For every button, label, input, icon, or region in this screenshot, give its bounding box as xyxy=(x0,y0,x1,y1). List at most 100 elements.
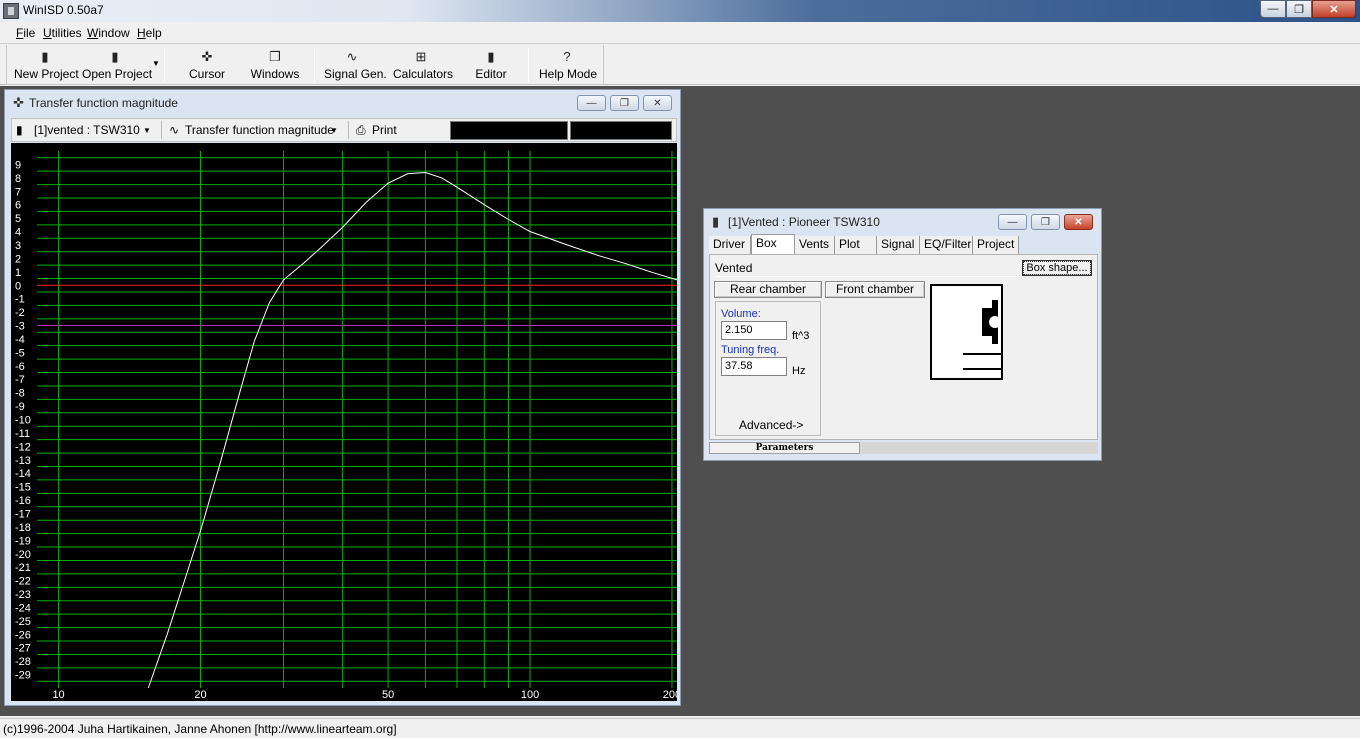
crosshair-icon: ✜ xyxy=(13,95,24,110)
project-dropdown-icon[interactable]: ▼ xyxy=(143,126,151,135)
editor-button[interactable]: ▮ Editor xyxy=(474,49,508,83)
box-restore-button[interactable]: ❐ xyxy=(1031,214,1060,230)
vented-box-diagram xyxy=(963,300,1001,370)
y-tick-label: -4 xyxy=(15,334,25,346)
y-tick-label: -5 xyxy=(15,347,25,359)
new-project-button[interactable]: ▮ New Project xyxy=(14,49,79,83)
graph-dropdown-icon[interactable]: ▼ xyxy=(330,126,338,135)
volume-input[interactable]: 2.150 xyxy=(721,321,787,340)
y-tick-label: -25 xyxy=(15,616,31,628)
box-window-titlebar[interactable]: ▮ [1]Vented : Pioneer TSW310 — ❐ ✕ xyxy=(704,209,1101,233)
y-tick-label: 2 xyxy=(15,253,21,265)
crosshair-icon: ✜ xyxy=(201,49,213,64)
y-tick-label: -6 xyxy=(15,361,25,373)
graph-close-button[interactable]: ✕ xyxy=(643,95,672,111)
tuning-freq-input[interactable]: 37.58 xyxy=(721,357,787,376)
y-tick-label: -18 xyxy=(15,522,31,534)
y-tick-label: -20 xyxy=(15,549,31,561)
graph-window: ✜ Transfer function magnitude — ❐ ✕ ▮ [1… xyxy=(4,89,681,706)
project-icon: ▮ xyxy=(16,123,23,137)
y-tick-label: 4 xyxy=(15,227,21,239)
front-chamber-button[interactable]: Front chamber xyxy=(825,281,925,298)
y-tick-label: -12 xyxy=(15,441,31,453)
menu-file[interactable]: File xyxy=(16,26,35,40)
box-window: ▮ [1]Vented : Pioneer TSW310 — ❐ ✕ Drive… xyxy=(703,208,1102,461)
graph-minimize-button[interactable]: — xyxy=(577,95,606,111)
graph-window-titlebar[interactable]: ✜ Transfer function magnitude — ❐ ✕ xyxy=(5,90,680,114)
y-tick-label: 6 xyxy=(15,200,21,212)
print-button[interactable]: Print xyxy=(372,123,397,137)
rear-chamber-panel: Volume: 2.150 ft^3 Tuning freq. 37.58 Hz… xyxy=(715,301,821,436)
tab-driver[interactable]: Driver xyxy=(709,236,751,254)
menu-help[interactable]: Help xyxy=(137,26,162,40)
open-project-button[interactable]: ▮ Open Project xyxy=(82,49,152,83)
parameters-tab[interactable]: Parameters xyxy=(709,442,860,454)
y-tick-label: -21 xyxy=(15,562,31,574)
speaker-icon: ▮ xyxy=(487,49,495,64)
windows-button[interactable]: ❐ Windows xyxy=(250,49,300,83)
tab-plot[interactable]: Plot xyxy=(835,236,877,254)
box-minimize-button[interactable]: — xyxy=(998,214,1027,230)
box-window-title: [1]Vented : Pioneer TSW310 xyxy=(728,215,880,229)
print-icon: ⎙ xyxy=(356,123,366,137)
graph-restore-button[interactable]: ❐ xyxy=(610,95,639,111)
box-diagram xyxy=(930,284,1003,380)
menu-utilities[interactable]: Utilities xyxy=(43,26,82,40)
close-button[interactable]: ✕ xyxy=(1312,0,1356,18)
y-tick-label: 7 xyxy=(15,186,21,198)
tab-eq-filter[interactable]: EQ/Filter xyxy=(920,236,973,254)
minimize-button[interactable]: — xyxy=(1260,0,1286,18)
project-select[interactable]: [1]vented : TSW310 xyxy=(34,123,140,137)
x-tick-label: 200 xyxy=(663,689,677,701)
box-shape-label: Box shape... xyxy=(1023,261,1091,275)
x-tick-label: 100 xyxy=(521,689,539,701)
open-project-dropdown-icon[interactable]: ▼ xyxy=(152,59,160,68)
app-icon xyxy=(3,3,19,19)
cursor-button[interactable]: ✜ Cursor xyxy=(186,49,228,83)
y-tick-label: -11 xyxy=(15,428,30,440)
rear-chamber-button[interactable]: Rear chamber xyxy=(714,281,822,298)
box-tabs: Driver Box Vents Plot Signal EQ/Filter P… xyxy=(709,234,1098,255)
signal-gen-button[interactable]: ∿ Signal Gen. xyxy=(324,49,387,83)
y-tick-label: -17 xyxy=(15,508,31,520)
menu-bar: File Utilities Window Help xyxy=(0,22,1360,44)
graph-select[interactable]: Transfer function magnitude xyxy=(185,123,334,137)
tab-vents[interactable]: Vents xyxy=(795,236,835,254)
tab-project[interactable]: Project xyxy=(973,236,1019,254)
y-tick-label: -23 xyxy=(15,589,31,601)
box-shape-button[interactable]: Box shape... xyxy=(1022,260,1092,276)
y-tick-label: 0 xyxy=(15,280,21,292)
y-tick-label: -10 xyxy=(15,415,31,427)
y-tick-label: -8 xyxy=(15,388,25,400)
box-close-button[interactable]: ✕ xyxy=(1064,214,1093,230)
graph-window-title: Transfer function magnitude xyxy=(29,96,178,110)
tuning-freq-unit: Hz xyxy=(792,365,806,377)
status-bar: (c)1996-2004 Juha Hartikainen, Janne Aho… xyxy=(0,718,1360,738)
y-tick-label: -28 xyxy=(15,656,31,668)
box-panel: Vented Box shape... Rear chamber Front c… xyxy=(709,254,1098,440)
y-tick-label: -9 xyxy=(15,401,25,413)
transfer-function-plot[interactable]: 9 8 7 6 5 4 3 2 1 0 -1 -2 -3 -4 -5 -6 -7 -8 -9 -10 -11 -12 -13… xyxy=(11,143,677,701)
menu-window[interactable]: Window xyxy=(87,26,130,40)
advanced-button[interactable]: Advanced-> xyxy=(739,418,803,432)
y-tick-label: -19 xyxy=(15,535,31,547)
y-tick-label: -13 xyxy=(15,455,31,467)
copyright-text: (c)1996-2004 Juha Hartikainen, Janne Aho… xyxy=(3,722,397,736)
maximize-button[interactable]: ❐ xyxy=(1286,0,1312,18)
tab-box[interactable]: Box xyxy=(751,234,795,255)
windows-icon: ❐ xyxy=(269,49,281,64)
speaker-icon: ▮ xyxy=(712,214,720,229)
readout-box-1 xyxy=(450,121,568,140)
y-tick-label: -29 xyxy=(15,670,31,682)
y-tick-label: -14 xyxy=(15,468,31,480)
new-project-icon: ▮ xyxy=(41,49,49,64)
help-mode-button[interactable]: ? Help Mode xyxy=(539,49,597,83)
tab-signal[interactable]: Signal xyxy=(877,236,920,254)
y-tick-label: -7 xyxy=(15,374,25,386)
calculator-icon: ⊞ xyxy=(415,49,427,64)
calculators-button[interactable]: ⊞ Calculators xyxy=(393,49,453,83)
x-tick-label: 20 xyxy=(194,689,206,701)
box-type-label: Vented xyxy=(715,261,1017,277)
y-tick-label: -22 xyxy=(15,576,31,588)
plot-svg: 9 87 65 432 10 -1-2 -3-4-5 -6-7 -8-9 -10-11-12 -13… xyxy=(15,151,677,701)
